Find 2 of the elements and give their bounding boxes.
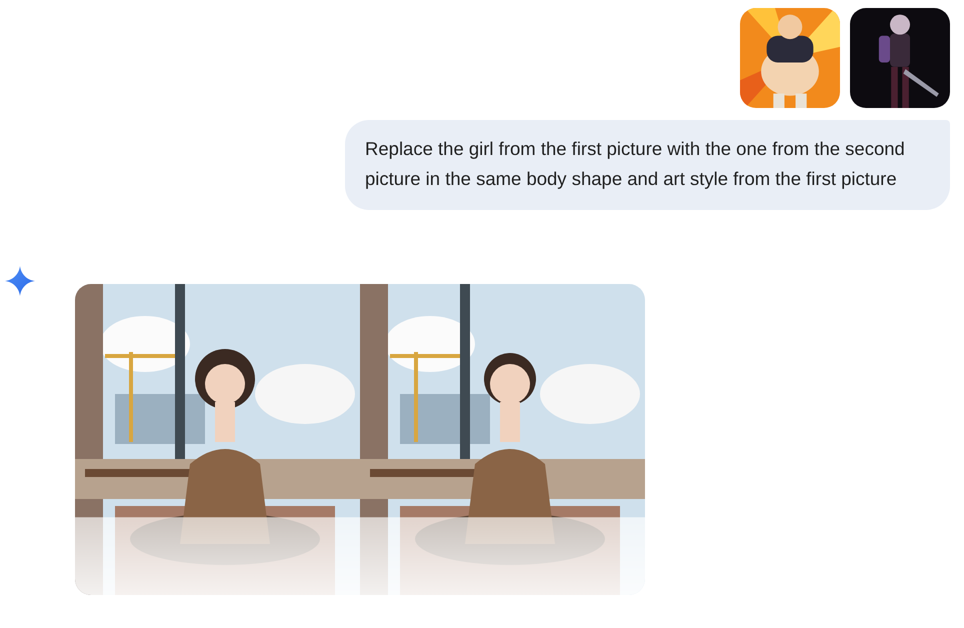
sparkle-icon	[5, 266, 35, 296]
message-text: Replace the girl from the first picture with the one from the second picture in the same body shape and art style from the first picture	[365, 137, 906, 191]
